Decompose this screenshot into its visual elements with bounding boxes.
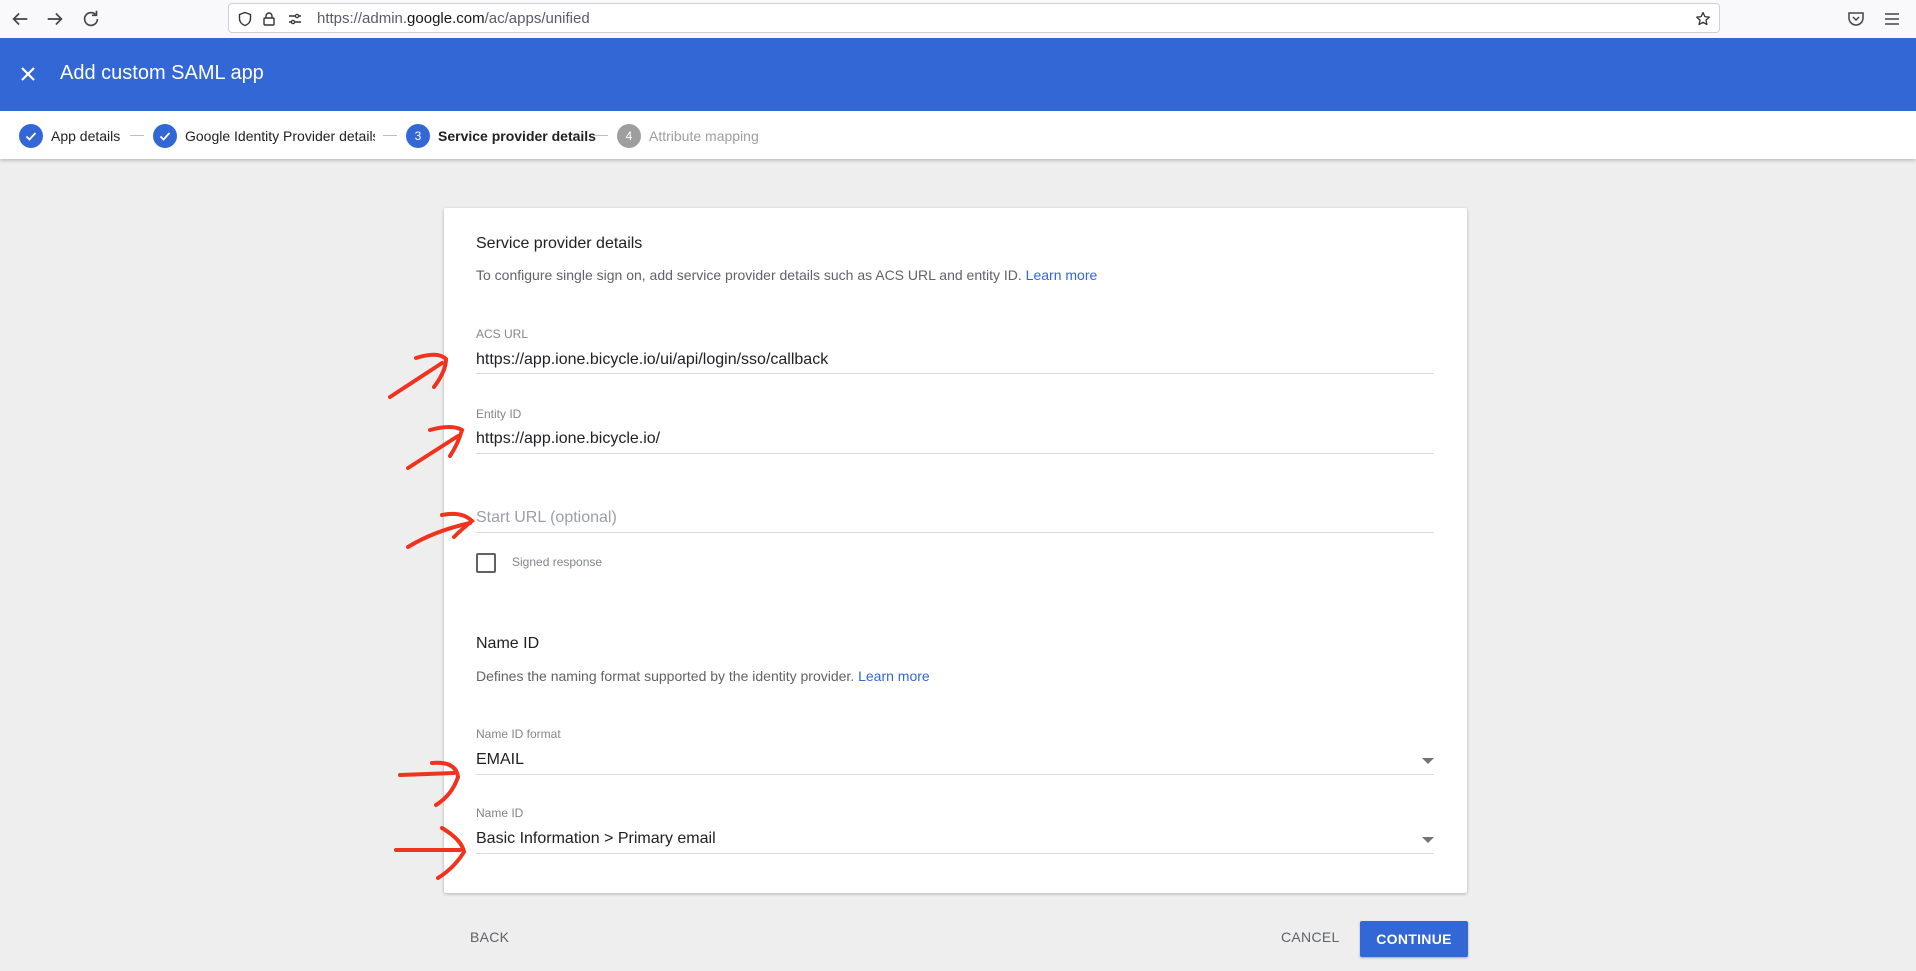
name-id-format-label: Name ID format	[476, 727, 561, 741]
learn-more-link[interactable]: Learn more	[1026, 267, 1098, 283]
shield-icon[interactable]	[237, 11, 253, 27]
browser-toolbar: https://admin.google.com/ac/apps/unified	[0, 0, 1916, 39]
learn-more-link[interactable]: Learn more	[858, 668, 930, 684]
field-underline	[476, 532, 1434, 533]
annotation-arrow-icon	[388, 352, 449, 399]
field-underline	[476, 853, 1434, 854]
annotation-arrow-icon	[406, 511, 475, 549]
reload-icon[interactable]	[80, 8, 102, 30]
address-bar[interactable]: https://admin.google.com/ac/apps/unified	[228, 3, 1720, 33]
name-id-format-select[interactable]: EMAIL	[476, 745, 1434, 773]
check-icon	[153, 124, 177, 148]
step-divider	[130, 135, 144, 136]
permissions-icon[interactable]	[287, 11, 303, 27]
annotation-arrow-icon	[394, 826, 467, 880]
continue-button[interactable]: CONTINUE	[1360, 921, 1468, 957]
check-icon	[19, 124, 43, 148]
step-google-idp-details[interactable]: Google Identity Provider details	[153, 124, 375, 148]
section-description: Defines the naming format supported by t…	[476, 668, 930, 684]
step-divider	[594, 135, 608, 136]
stepper: App details Google Identity Provider det…	[0, 111, 1916, 159]
acs-url-input[interactable]: https://app.ione.bicycle.io/ui/api/login…	[476, 351, 828, 369]
app-header: Add custom SAML app	[0, 38, 1916, 111]
service-provider-card: Service provider details To configure si…	[444, 208, 1467, 893]
signed-response-label: Signed response	[512, 555, 603, 569]
start-url-input[interactable]: Start URL (optional)	[476, 509, 617, 527]
section-title: Name ID	[476, 635, 540, 652]
step-label: App details	[51, 128, 121, 144]
step-label: Google Identity Provider details	[185, 128, 375, 144]
select-value: Basic Information > Primary email	[476, 830, 716, 847]
field-underline	[476, 373, 1434, 374]
entity-id-label: Entity ID	[476, 407, 522, 421]
url-text: https://admin.google.com/ac/apps/unified	[317, 10, 590, 27]
bookmark-star-icon[interactable]	[1695, 11, 1711, 27]
step-number: 4	[617, 124, 641, 148]
lock-icon[interactable]	[261, 11, 277, 27]
step-app-details[interactable]: App details	[19, 124, 120, 148]
section-description: To configure single sign on, add service…	[476, 267, 1098, 283]
dropdown-arrow-icon	[1422, 837, 1434, 843]
step-number: 3	[406, 124, 430, 148]
dropdown-arrow-icon	[1422, 758, 1434, 764]
step-label: Service provider details	[438, 128, 596, 144]
step-divider	[383, 135, 397, 136]
back-arrow-icon[interactable]	[9, 8, 31, 30]
acs-url-label: ACS URL	[476, 327, 529, 341]
name-id-label: Name ID	[476, 806, 524, 820]
name-id-select[interactable]: Basic Information > Primary email	[476, 824, 1434, 852]
forward-arrow-icon[interactable]	[44, 8, 66, 30]
select-value: EMAIL	[476, 751, 525, 768]
section-title: Service provider details	[476, 235, 643, 252]
pocket-icon[interactable]	[1846, 9, 1866, 29]
annotation-arrow-icon	[406, 425, 465, 470]
page-title: Add custom SAML app	[60, 62, 264, 84]
cancel-button[interactable]: CANCEL	[1281, 929, 1340, 945]
field-underline	[476, 774, 1434, 775]
entity-id-input[interactable]: https://app.ione.bicycle.io/	[476, 430, 660, 448]
field-underline	[476, 453, 1434, 454]
back-button[interactable]: BACK	[470, 929, 509, 945]
step-attribute-mapping[interactable]: 4 Attribute mapping	[617, 124, 759, 148]
hamburger-menu-icon[interactable]	[1882, 9, 1902, 29]
annotation-arrow-icon	[398, 760, 461, 807]
signed-response-checkbox[interactable]	[476, 553, 496, 573]
step-service-provider-details[interactable]: 3 Service provider details	[406, 124, 596, 148]
step-label: Attribute mapping	[649, 128, 759, 144]
close-icon[interactable]	[16, 62, 40, 86]
